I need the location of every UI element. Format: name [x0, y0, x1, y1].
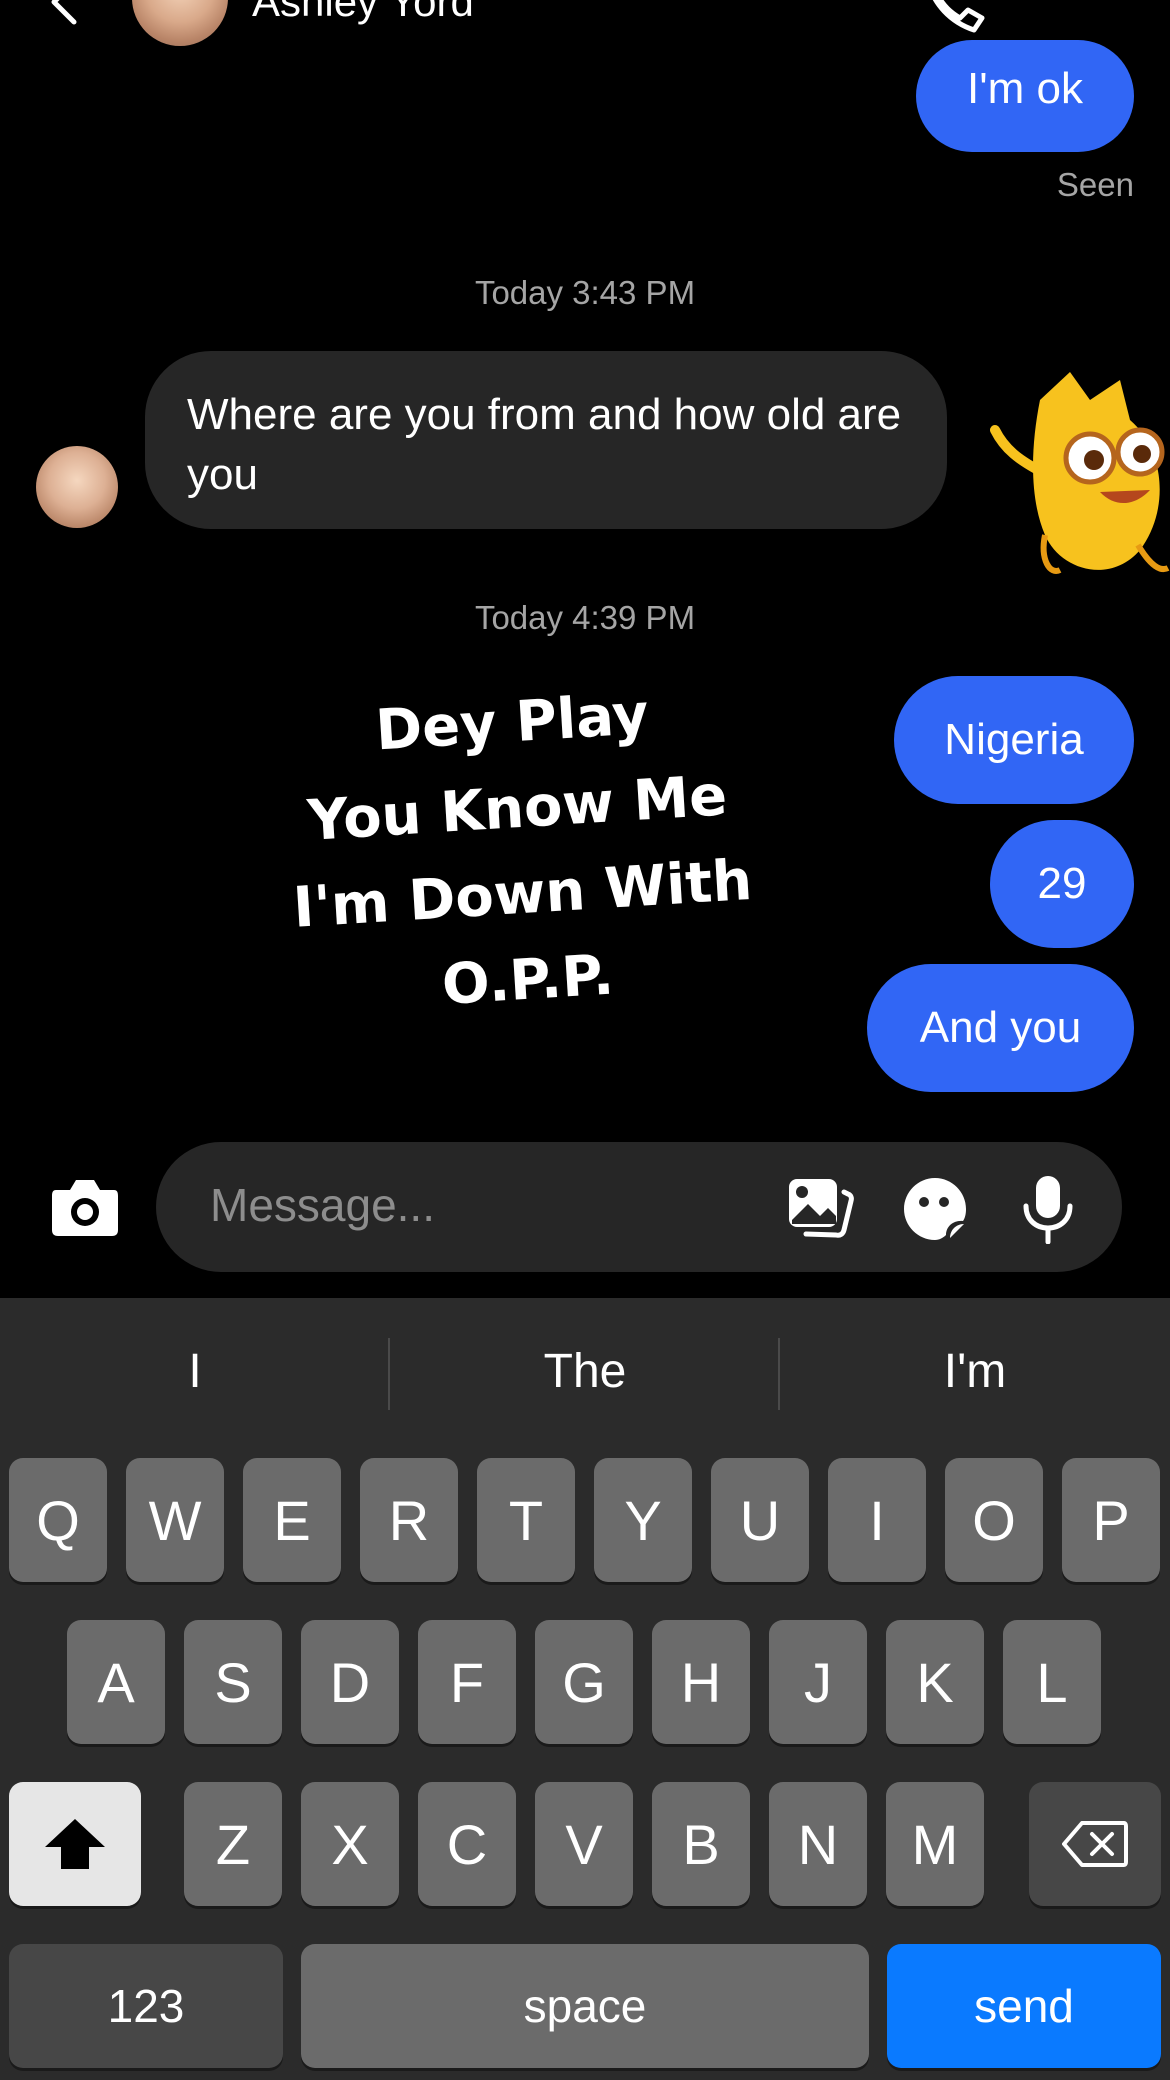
outgoing-message[interactable]: Nigeria: [894, 676, 1134, 804]
mic-icon[interactable]: [1018, 1174, 1078, 1244]
shift-icon: [45, 1819, 105, 1869]
suggestion[interactable]: The: [390, 1298, 780, 1444]
suggestion[interactable]: I'm: [780, 1298, 1170, 1444]
key[interactable]: A: [67, 1620, 165, 1744]
sender-avatar[interactable]: [36, 446, 118, 528]
call-icon[interactable]: [920, 0, 990, 34]
key[interactable]: I: [828, 1458, 926, 1582]
incoming-message[interactable]: Where are you from and how old are you: [145, 351, 947, 529]
camera-icon[interactable]: [50, 1174, 120, 1240]
contact-name[interactable]: Ashley Yord: [252, 0, 474, 26]
key[interactable]: Y: [594, 1458, 692, 1582]
lyric-sticker-text[interactable]: Dey Play You Know Me I'm Down With O.P.P…: [190, 661, 850, 1043]
sticker-icon[interactable]: [902, 1176, 968, 1242]
outgoing-message[interactable]: And you: [867, 964, 1134, 1092]
message-composer[interactable]: Message...: [156, 1142, 1122, 1272]
key[interactable]: N: [769, 1782, 867, 1906]
key[interactable]: V: [535, 1782, 633, 1906]
key[interactable]: E: [243, 1458, 341, 1582]
key[interactable]: U: [711, 1458, 809, 1582]
more-icon[interactable]: [1050, 0, 1120, 10]
key[interactable]: F: [418, 1620, 516, 1744]
keyboard: I The I'm Q W E R T Y U I O P A S D F G …: [0, 1298, 1170, 2080]
send-key[interactable]: send: [887, 1944, 1161, 2068]
shift-key[interactable]: [9, 1782, 141, 1906]
header-avatar[interactable]: [132, 0, 228, 46]
gallery-icon[interactable]: [786, 1176, 854, 1240]
key[interactable]: P: [1062, 1458, 1160, 1582]
outgoing-message[interactable]: I'm ok: [916, 40, 1134, 152]
key[interactable]: O: [945, 1458, 1043, 1582]
numbers-key[interactable]: 123: [9, 1944, 283, 2068]
outgoing-message[interactable]: 29: [990, 820, 1134, 948]
key[interactable]: B: [652, 1782, 750, 1906]
message-timestamp: Today 4:39 PM: [474, 599, 696, 636]
key[interactable]: Z: [184, 1782, 282, 1906]
key[interactable]: S: [184, 1620, 282, 1744]
key[interactable]: W: [126, 1458, 224, 1582]
suggestion[interactable]: I: [0, 1298, 390, 1444]
seen-status: Seen: [1056, 166, 1134, 203]
message-input[interactable]: Message...: [210, 1178, 435, 1232]
key[interactable]: G: [535, 1620, 633, 1744]
key[interactable]: R: [360, 1458, 458, 1582]
space-key[interactable]: space: [301, 1944, 869, 2068]
back-icon[interactable]: [40, 0, 90, 30]
waving-sticker[interactable]: [990, 360, 1170, 580]
key[interactable]: H: [652, 1620, 750, 1744]
key[interactable]: T: [477, 1458, 575, 1582]
key[interactable]: C: [418, 1782, 516, 1906]
key[interactable]: K: [886, 1620, 984, 1744]
key[interactable]: L: [1003, 1620, 1101, 1744]
key[interactable]: D: [301, 1620, 399, 1744]
key[interactable]: Q: [9, 1458, 107, 1582]
backspace-icon: [1062, 1821, 1128, 1867]
key[interactable]: J: [769, 1620, 867, 1744]
key[interactable]: X: [301, 1782, 399, 1906]
key[interactable]: M: [886, 1782, 984, 1906]
backspace-key[interactable]: [1029, 1782, 1161, 1906]
message-timestamp: Today 3:43 PM: [474, 274, 696, 311]
